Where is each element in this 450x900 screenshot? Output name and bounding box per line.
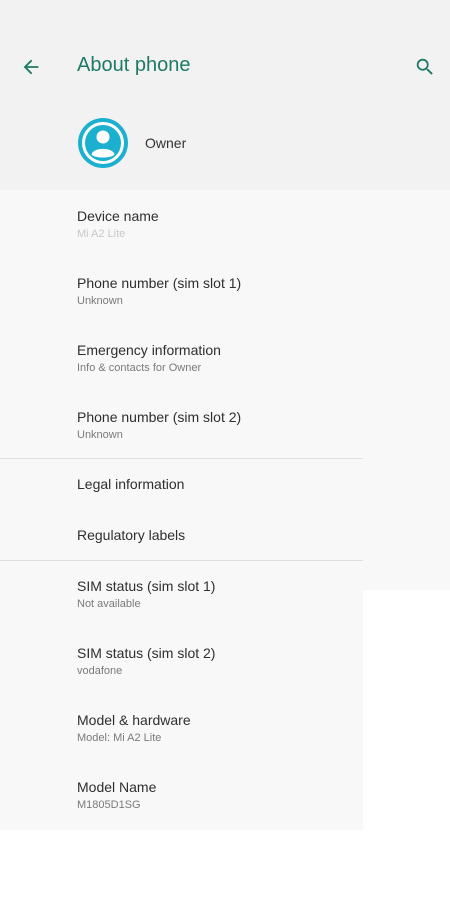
divider	[0, 458, 363, 459]
item-subtitle: Model: Mi A2 Lite	[77, 732, 162, 744]
app-bar: About phone Owner	[0, 0, 450, 190]
item-title: SIM status (sim slot 2)	[77, 645, 216, 661]
emergency-information-item[interactable]: Emergency information Info & contacts fo…	[0, 342, 363, 390]
item-subtitle: vodafone	[77, 665, 123, 677]
item-title: Emergency information	[77, 342, 221, 358]
settings-list-extension	[363, 190, 450, 590]
item-title: Device name	[77, 208, 159, 224]
item-subtitle: Info & contacts for Owner	[77, 362, 202, 374]
sim-status-sim1-item[interactable]: SIM status (sim slot 1) Not available	[0, 578, 363, 626]
back-button[interactable]	[14, 50, 48, 84]
item-title: Legal information	[77, 476, 185, 492]
item-subtitle: M1805D1SG	[77, 799, 141, 811]
item-title: Phone number (sim slot 1)	[77, 275, 242, 291]
owner-name: Owner	[145, 135, 187, 151]
account-circle-icon	[78, 118, 128, 168]
item-subtitle: Not available	[77, 598, 141, 610]
item-title: Regulatory labels	[77, 527, 186, 543]
item-subtitle: Mi A2 Lite	[77, 228, 126, 240]
device-name-item[interactable]: Device name Mi A2 Lite	[0, 208, 363, 256]
model-hardware-item[interactable]: Model & hardware Model: Mi A2 Lite	[0, 712, 363, 760]
item-subtitle: Unknown	[77, 429, 123, 441]
phone-number-sim1-item[interactable]: Phone number (sim slot 1) Unknown	[0, 275, 363, 323]
legal-information-item[interactable]: Legal information	[0, 476, 363, 506]
regulatory-labels-item[interactable]: Regulatory labels	[0, 527, 363, 557]
phone-number-sim2-item[interactable]: Phone number (sim slot 2) Unknown	[0, 409, 363, 457]
divider	[0, 560, 363, 561]
item-title: SIM status (sim slot 1)	[77, 578, 216, 594]
owner-profile-row[interactable]: Owner	[0, 110, 450, 174]
arrow-left-icon	[23, 59, 39, 75]
sim-status-sim2-item[interactable]: SIM status (sim slot 2) vodafone	[0, 645, 363, 693]
search-button[interactable]	[408, 50, 442, 84]
item-title: Model Name	[77, 779, 157, 795]
item-title: Model & hardware	[77, 712, 191, 728]
search-icon	[416, 58, 433, 75]
item-subtitle: Unknown	[77, 295, 123, 307]
model-name-item[interactable]: Model Name M1805D1SG	[0, 779, 363, 827]
item-title: Phone number (sim slot 2)	[77, 409, 242, 425]
page-title: About phone	[77, 54, 191, 76]
